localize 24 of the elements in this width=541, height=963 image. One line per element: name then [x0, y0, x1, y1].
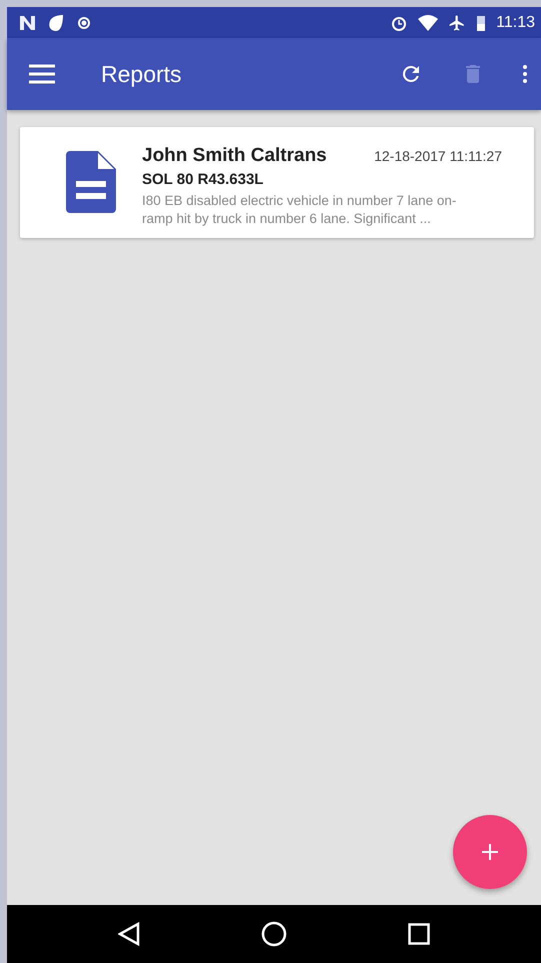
report-card[interactable]: John Smith Caltrans 12-18-2017 11:11:27 SOL 80 R43.633L I80 EB disabled electric vehicle in number 7 lane on-ramp hit by truck in number 6 lane. Significant ...	[20, 127, 534, 238]
screen-title: Reports	[101, 60, 183, 88]
report-timestamp: 12-18-2017 11:11:27	[374, 148, 502, 164]
menu-button[interactable]	[29, 64, 55, 84]
battery-icon	[476, 14, 486, 32]
recents-button[interactable]	[408, 923, 430, 945]
airplane-icon	[448, 14, 466, 32]
clock-time: 11:13	[496, 14, 535, 32]
report-location: SOL 80 R43.633L	[142, 171, 264, 188]
back-button[interactable]	[118, 922, 140, 946]
report-description: I80 EB disabled electric vehicle in number 7 lane on-ramp hit by truck in number 6 lane. Significant ...	[142, 192, 458, 228]
document-icon	[66, 151, 116, 213]
home-icon	[260, 921, 287, 947]
add-button[interactable]	[453, 815, 527, 889]
report-author: John Smith Caltrans	[142, 145, 327, 167]
home-button[interactable]	[260, 921, 287, 947]
more-icon	[523, 65, 527, 83]
menu-icon	[29, 64, 55, 84]
leaf-icon	[47, 14, 65, 32]
recents-icon	[408, 923, 430, 945]
plus-icon	[481, 843, 499, 861]
back-icon	[118, 922, 140, 946]
wifi-icon	[418, 14, 438, 30]
notification-icon	[19, 14, 37, 30]
